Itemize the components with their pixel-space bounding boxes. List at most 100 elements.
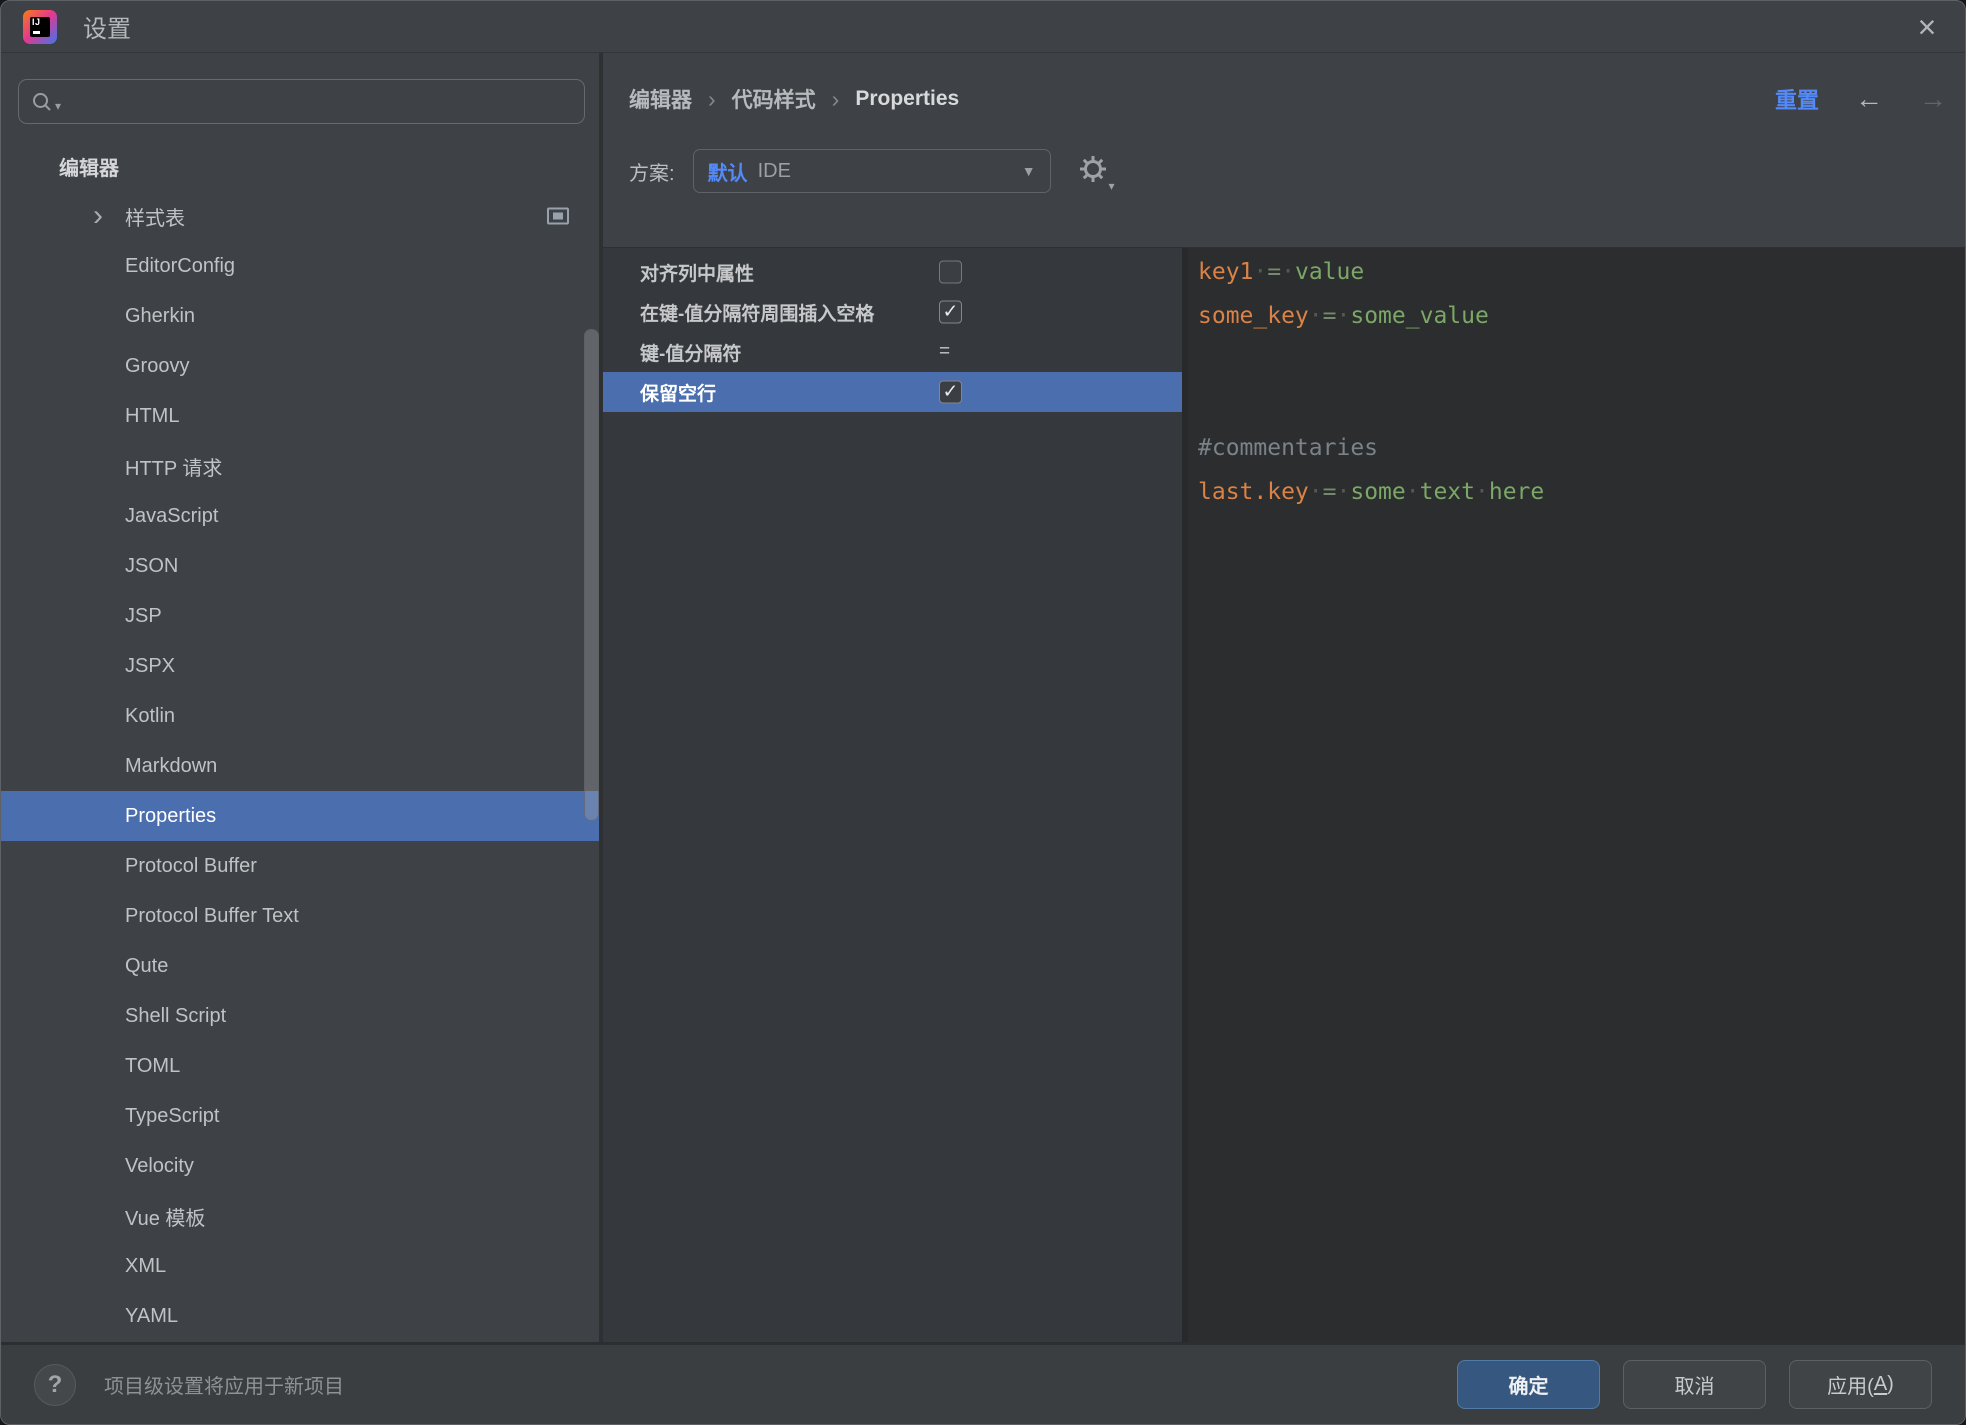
scheme-dropdown[interactable]: 默认 IDE ▼ bbox=[693, 149, 1051, 193]
scheme-label: 方案: bbox=[629, 157, 675, 186]
cancel-button[interactable]: 取消 bbox=[1623, 1360, 1766, 1409]
options-row[interactable]: 在键-值分隔符周围插入空格 ✓ bbox=[603, 292, 1182, 332]
title-bar: IJ 设置 × bbox=[1, 1, 1965, 53]
forward-arrow-icon: → bbox=[1919, 85, 1947, 113]
help-button[interactable]: ? bbox=[34, 1364, 76, 1406]
footer-note: 项目级设置将应用于新项目 bbox=[104, 1370, 344, 1399]
option-label: 键-值分隔符 bbox=[603, 339, 741, 366]
reset-link[interactable]: 重置 bbox=[1775, 83, 1819, 115]
sidebar-item-item[interactable]: ›样式表 bbox=[1, 191, 599, 241]
sidebar-item-jspx[interactable]: JSPX bbox=[1, 641, 599, 691]
sidebar-item-label: Properties bbox=[1, 805, 216, 828]
sidebar-item-http[interactable]: HTTP 请求 bbox=[1, 441, 599, 491]
checkbox-checked[interactable]: ✓ bbox=[939, 381, 962, 404]
sidebar-item-qute[interactable]: Qute bbox=[1, 941, 599, 991]
content-header: 编辑器 › 代码样式 › Properties 重置 ← → 方案: 默认 I bbox=[603, 53, 1965, 247]
code-line: key1·=·value bbox=[1198, 250, 1965, 294]
checkbox-unchecked[interactable] bbox=[939, 261, 962, 284]
sidebar-item-jsp[interactable]: JSP bbox=[1, 591, 599, 641]
code-line: some_key·=·some_value bbox=[1198, 294, 1965, 338]
settings-tree: 编辑器 ›样式表 EditorConfig Gherkin Groovy HTML HTTP… bbox=[1, 141, 599, 1341]
sidebar-item-yaml[interactable]: YAML bbox=[1, 1291, 599, 1341]
chevron-right-icon[interactable]: › bbox=[93, 201, 103, 231]
option-value[interactable]: = bbox=[939, 341, 950, 362]
scheme-value-secondary: IDE bbox=[758, 160, 791, 183]
sidebar-item-label: JSP bbox=[1, 605, 162, 628]
sidebar-item-javascript[interactable]: JavaScript bbox=[1, 491, 599, 541]
options-row[interactable]: 对齐列中属性 bbox=[603, 252, 1182, 292]
sidebar-item-label: JSPX bbox=[1, 655, 175, 678]
gear-icon bbox=[1077, 153, 1111, 187]
options-row[interactable]: 保留空行 ✓ bbox=[603, 372, 1182, 412]
sidebar-item-html[interactable]: HTML bbox=[1, 391, 599, 441]
option-label: 在键-值分隔符周围插入空格 bbox=[603, 299, 874, 326]
code-preview: key1·=·valuesome_key·=·some_value #comme… bbox=[1188, 248, 1965, 1342]
sidebar-item-label: EditorConfig bbox=[1, 255, 235, 278]
back-arrow-icon[interactable]: ← bbox=[1855, 85, 1883, 113]
sidebar-item-editorconfig[interactable]: EditorConfig bbox=[1, 241, 599, 291]
sidebar-item-properties[interactable]: Properties bbox=[1, 791, 599, 841]
breadcrumb-code-style[interactable]: 代码样式 bbox=[732, 84, 816, 114]
sidebar-item-markdown[interactable]: Markdown bbox=[1, 741, 599, 791]
options-row[interactable]: 键-值分隔符 = bbox=[603, 332, 1182, 372]
sidebar-item-typescript[interactable]: TypeScript bbox=[1, 1091, 599, 1141]
sidebar-item-label: Shell Script bbox=[1, 1005, 226, 1028]
search-options-caret-icon[interactable]: ▾ bbox=[55, 99, 61, 113]
search-icon bbox=[31, 91, 53, 113]
sidebar-item-toml[interactable]: TOML bbox=[1, 1041, 599, 1091]
sidebar-item-label: HTML bbox=[1, 405, 179, 428]
search-input[interactable] bbox=[69, 91, 572, 113]
breadcrumb-properties: Properties bbox=[855, 87, 959, 111]
breadcrumb-separator-icon: › bbox=[708, 86, 716, 113]
breadcrumb-editor[interactable]: 编辑器 bbox=[629, 84, 692, 114]
sidebar-item-label: TypeScript bbox=[1, 1105, 219, 1128]
option-label: 保留空行 bbox=[603, 379, 716, 406]
sidebar-item-label: Vue 模板 bbox=[1, 1202, 205, 1231]
sidebar-item-kotlin[interactable]: Kotlin bbox=[1, 691, 599, 741]
options-table: 对齐列中属性在键-值分隔符周围插入空格 ✓ 键-值分隔符 = 保留空行 ✓ bbox=[603, 248, 1182, 1342]
code-line: #commentaries bbox=[1198, 426, 1965, 470]
settings-sidebar: ▾ 编辑器 ›样式表 EditorConfig Gherkin Groovy HTML HT… bbox=[1, 53, 603, 1342]
sidebar-item-shell-script[interactable]: Shell Script bbox=[1, 991, 599, 1041]
sidebar-scrollbar-thumb[interactable] bbox=[584, 329, 599, 821]
code-line bbox=[1198, 338, 1965, 382]
sidebar-item-vue[interactable]: Vue 模板 bbox=[1, 1191, 599, 1241]
sidebar-item-label: Kotlin bbox=[1, 705, 175, 728]
question-mark-icon: ? bbox=[48, 1371, 63, 1399]
sidebar-item-label: Protocol Buffer bbox=[1, 855, 257, 878]
dropdown-arrow-icon: ▼ bbox=[1022, 163, 1036, 179]
sidebar-item-label: TOML bbox=[1, 1055, 180, 1078]
code-line: last.key·=·some·text·here bbox=[1198, 470, 1965, 514]
code-line bbox=[1198, 382, 1965, 426]
close-icon[interactable]: × bbox=[1905, 5, 1949, 49]
option-label: 对齐列中属性 bbox=[603, 259, 754, 286]
sidebar-item-label: Qute bbox=[1, 955, 168, 978]
sidebar-item-velocity[interactable]: Velocity bbox=[1, 1141, 599, 1191]
breadcrumb: 编辑器 › 代码样式 › Properties 重置 ← → bbox=[629, 83, 1947, 115]
sidebar-item-label: JavaScript bbox=[1, 505, 218, 528]
checkmark-icon: ✓ bbox=[943, 383, 959, 402]
settings-dialog: IJ 设置 × ▾ 编辑器 ›样式表 EditorConfig Gherkin Groo… bbox=[0, 0, 1966, 1425]
sidebar-item-xml[interactable]: XML bbox=[1, 1241, 599, 1291]
intellij-logo-icon: IJ bbox=[23, 10, 57, 44]
breadcrumb-separator-icon: › bbox=[832, 86, 840, 113]
sidebar-item-gherkin[interactable]: Gherkin bbox=[1, 291, 599, 341]
sidebar-item-label: XML bbox=[1, 1255, 166, 1278]
sidebar-item-label: Gherkin bbox=[1, 305, 195, 328]
sidebar-item-protocol-buffer[interactable]: Protocol Buffer bbox=[1, 841, 599, 891]
sidebar-item-json[interactable]: JSON bbox=[1, 541, 599, 591]
sidebar-item-label: JSON bbox=[1, 555, 178, 578]
ok-button[interactable]: 确定 bbox=[1457, 1360, 1600, 1409]
search-box[interactable]: ▾ bbox=[18, 79, 585, 124]
apply-button[interactable]: 应用(A) bbox=[1789, 1360, 1932, 1409]
sidebar-item-label: 编辑器 bbox=[1, 152, 119, 181]
checkmark-icon: ✓ bbox=[943, 303, 959, 322]
tree-group-editor[interactable]: 编辑器 bbox=[1, 141, 599, 191]
settings-content: 编辑器 › 代码样式 › Properties 重置 ← → 方案: 默认 I bbox=[603, 53, 1965, 1342]
checkbox-checked[interactable]: ✓ bbox=[939, 301, 962, 324]
sidebar-item-groovy[interactable]: Groovy bbox=[1, 341, 599, 391]
sidebar-item-protocol-buffer-text[interactable]: Protocol Buffer Text bbox=[1, 891, 599, 941]
window-title: 设置 bbox=[83, 9, 131, 44]
sidebar-item-label: HTTP 请求 bbox=[1, 452, 222, 481]
scheme-settings-button[interactable]: ▾ bbox=[1077, 153, 1113, 189]
